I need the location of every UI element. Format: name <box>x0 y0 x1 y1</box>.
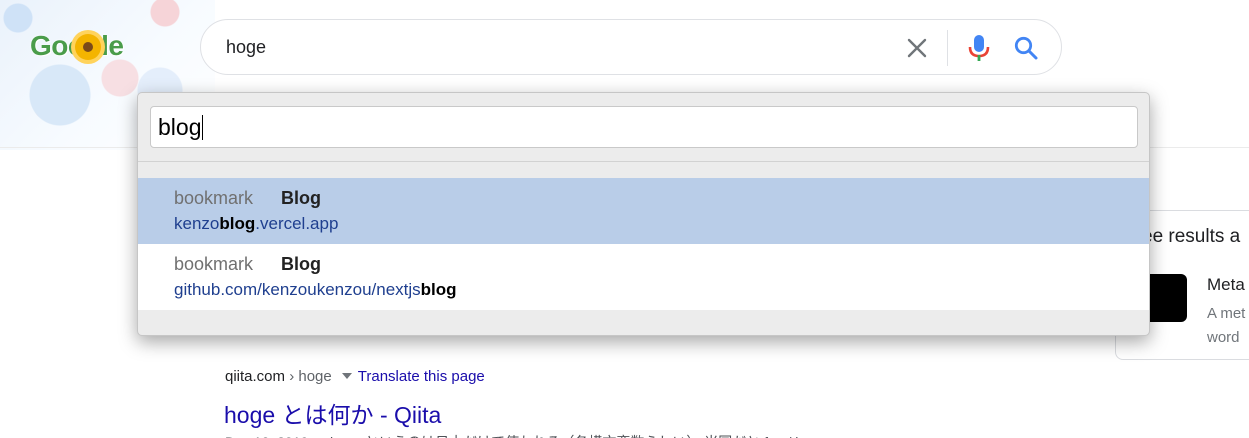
url-match: blog <box>219 214 256 233</box>
url-match: blog <box>420 280 457 299</box>
url-prefix: github.com/kenzoukenzou/nextjs <box>174 280 421 299</box>
bookmark-search-input[interactable]: blog <box>150 106 1138 148</box>
result-site[interactable]: qiita.com <box>225 368 285 385</box>
search-input[interactable]: hoge <box>226 37 266 58</box>
suggestion-title: Blog <box>281 254 321 274</box>
suggestion-url: kenzoblog.vercel.app <box>174 214 338 234</box>
result-cite: qiita.com › hoge Translate this page <box>225 368 485 385</box>
search-divider <box>947 30 948 66</box>
result-title-link[interactable]: hoge とは何か - Qiita <box>224 396 441 430</box>
kp-desc-line2: word <box>1207 329 1240 346</box>
clear-icon[interactable] <box>906 37 928 59</box>
result-breadcrumb-sep: › <box>285 368 299 385</box>
suggestion-kind: bookmark <box>174 254 254 274</box>
url-suffix: .vercel.app <box>255 214 339 233</box>
microphone-icon[interactable] <box>966 34 992 62</box>
kp-desc-line1: A met <box>1207 305 1246 322</box>
suggestion-row[interactable]: bookmark Blog github.com/kenzoukenzou/ne… <box>138 244 1149 310</box>
bookmark-search-value: blog <box>158 114 202 140</box>
kp-item-description: A met word <box>1207 302 1249 350</box>
sunflower-icon <box>75 34 101 60</box>
translate-link[interactable]: Translate this page <box>358 368 485 385</box>
popup-divider <box>138 161 1149 162</box>
kp-item-title[interactable]: Meta <box>1207 275 1245 295</box>
dropdown-arrow-icon[interactable] <box>341 373 352 379</box>
url-prefix: kenzo <box>174 214 220 233</box>
suggestion-url: github.com/kenzoukenzou/nextjsblog <box>174 280 457 300</box>
search-box[interactable]: hoge <box>200 19 1062 75</box>
suggestion-title: Blog <box>281 188 321 208</box>
suggestion-row[interactable]: bookmark Blog kenzoblog.vercel.app <box>138 178 1149 244</box>
text-caret <box>202 115 204 140</box>
suggestion-kind: bookmark <box>174 188 254 208</box>
result-snippet: Dec 10, 2019 — hoge というのは日本だけで使われる（各構文変数… <box>225 432 1005 438</box>
see-results-about[interactable]: ee results a <box>1142 226 1240 248</box>
bookmark-search-popup: blog bookmark Blog kenzoblog.vercel.app … <box>137 92 1150 336</box>
result-path: hoge <box>298 368 332 385</box>
search-icon[interactable] <box>1013 35 1039 61</box>
